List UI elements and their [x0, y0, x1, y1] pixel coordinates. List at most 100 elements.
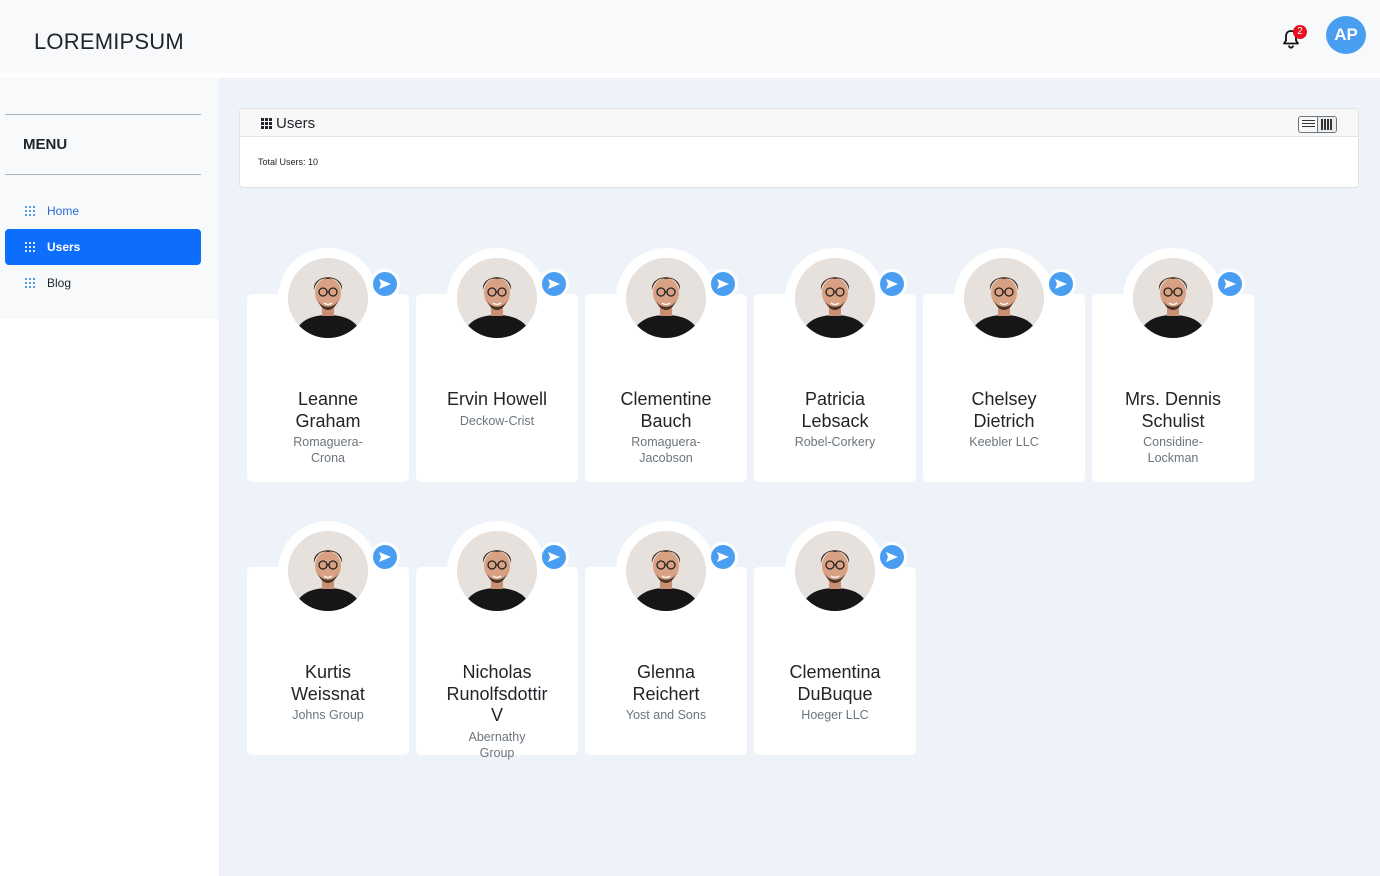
send-message-button[interactable] [370, 542, 400, 572]
user-photo [964, 258, 1044, 338]
user-card[interactable]: Chelsey Dietrich Keebler LLC [923, 248, 1085, 482]
user-company: Considine-Lockman [1143, 435, 1203, 465]
user-photo-image [457, 531, 537, 611]
user-name: Mrs. Dennis Schulist [1124, 389, 1222, 431]
send-icon [373, 272, 397, 296]
send-icon [542, 272, 566, 296]
send-message-button[interactable] [877, 269, 907, 299]
send-icon [880, 545, 904, 569]
user-name: Ervin Howell [446, 389, 548, 409]
send-icon [711, 272, 735, 296]
user-photo-image [795, 531, 875, 611]
user-photo [1133, 258, 1213, 338]
notification-count-badge: 2 [1293, 25, 1307, 39]
brand-logo[interactable]: LOREMIPSUM [34, 29, 184, 55]
user-company: Johns Group [292, 708, 364, 722]
user-photo [795, 531, 875, 611]
user-photo-frame [1123, 248, 1245, 348]
sidebar-item-blog[interactable]: Blog [5, 265, 201, 301]
sidebar-item-label: Blog [47, 276, 72, 290]
user-photo [626, 531, 706, 611]
send-message-button[interactable] [370, 269, 400, 299]
user-photo-image [795, 258, 875, 338]
user-name: Nicholas Runolfsdottir V [446, 662, 548, 725]
user-photo-image [626, 258, 706, 338]
user-company: Hoeger LLC [801, 708, 869, 722]
sidebar-item-home[interactable]: Home [5, 193, 201, 229]
send-icon [1218, 272, 1242, 296]
send-icon [880, 272, 904, 296]
send-message-button[interactable] [708, 269, 738, 299]
user-card[interactable]: Ervin Howell Deckow-Crist [416, 248, 578, 482]
user-name: Chelsey Dietrich [971, 389, 1037, 431]
user-card[interactable]: Kurtis Weissnat Johns Group [247, 521, 409, 755]
view-toggle [1298, 116, 1337, 133]
user-photo-image [457, 258, 537, 338]
user-company: Deckow-Crist [459, 414, 535, 428]
send-message-button[interactable] [1046, 269, 1076, 299]
user-card[interactable]: Clementina DuBuque Hoeger LLC [754, 521, 916, 755]
user-company: Robel-Corkery [794, 435, 876, 449]
sidebar-divider [5, 114, 201, 115]
sidebar-divider [5, 174, 201, 175]
user-name: Glenna Reichert [632, 662, 700, 704]
user-card[interactable]: Nicholas Runolfsdottir V Abernathy Group [416, 521, 578, 760]
send-icon [711, 545, 735, 569]
send-icon [373, 545, 397, 569]
panel-header: Users [240, 109, 1358, 137]
user-company: Romaguera-Jacobson [631, 435, 701, 465]
send-message-button[interactable] [539, 542, 569, 572]
send-icon [1049, 272, 1073, 296]
grid-icon [25, 278, 35, 288]
user-photo [457, 531, 537, 611]
user-name: Clementina DuBuque [789, 662, 881, 704]
user-photo [288, 531, 368, 611]
sidebar-item-label: Home [47, 204, 80, 218]
user-photo-frame [954, 248, 1076, 348]
user-photo-frame [785, 248, 907, 348]
user-card[interactable]: Clementine Bauch Romaguera-Jacobson [585, 248, 747, 482]
user-name: Clementine Bauch [620, 389, 712, 431]
top-header: LOREMIPSUM 2 AP [0, 0, 1380, 73]
send-message-button[interactable] [539, 269, 569, 299]
user-photo-frame [447, 248, 569, 348]
grid-icon [25, 242, 35, 252]
list-view-button[interactable] [1299, 117, 1317, 132]
user-avatar[interactable]: AP [1326, 16, 1366, 54]
send-message-button[interactable] [1215, 269, 1245, 299]
user-photo-image [288, 258, 368, 338]
user-photo-frame [447, 521, 569, 621]
user-photo [288, 258, 368, 338]
grid-icon [25, 206, 35, 216]
total-users-count: Total Users: 10 [258, 157, 319, 167]
user-photo-frame [278, 521, 400, 621]
user-name: Patricia Lebsack [801, 389, 869, 431]
list-view-icon [1302, 120, 1315, 129]
menu-title: MENU [23, 136, 68, 153]
send-message-button[interactable] [708, 542, 738, 572]
user-photo-image [626, 531, 706, 611]
user-card[interactable]: Patricia Lebsack Robel-Corkery [754, 248, 916, 482]
main-content: Users Total Users: 10 Leanne Graham Roma… [219, 78, 1380, 876]
user-name: Kurtis Weissnat [291, 662, 365, 704]
user-photo-image [1133, 258, 1213, 338]
user-company: Keebler LLC [969, 435, 1039, 449]
user-photo [626, 258, 706, 338]
sidebar-item-users[interactable]: Users [5, 229, 201, 265]
user-photo-frame [785, 521, 907, 621]
user-photo [457, 258, 537, 338]
user-name: Leanne Graham [295, 389, 361, 431]
user-photo-image [964, 258, 1044, 338]
user-card[interactable]: Leanne Graham Romaguera-Crona [247, 248, 409, 482]
user-photo-frame [278, 248, 400, 348]
user-card[interactable]: Glenna Reichert Yost and Sons [585, 521, 747, 755]
user-photo-frame [616, 248, 738, 348]
grid-icon [261, 118, 273, 130]
panel-title: Users [276, 115, 316, 132]
user-card[interactable]: Mrs. Dennis Schulist Considine-Lockman [1092, 248, 1254, 482]
card-view-button[interactable] [1317, 117, 1336, 132]
send-message-button[interactable] [877, 542, 907, 572]
user-company: Yost and Sons [625, 708, 707, 722]
send-icon [542, 545, 566, 569]
user-photo [795, 258, 875, 338]
